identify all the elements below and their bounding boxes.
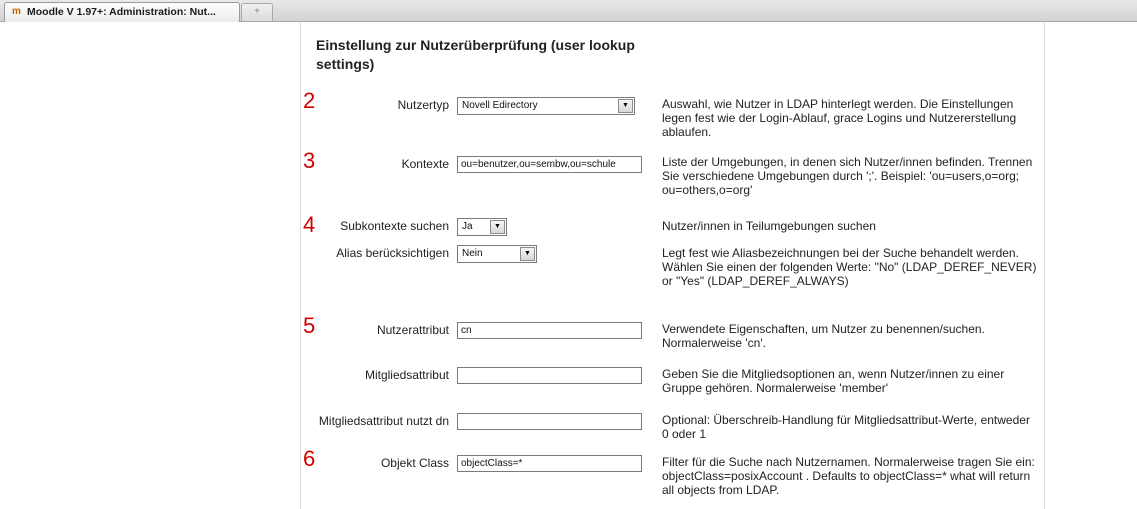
search-subcontexts-select[interactable]: Ja ▼ xyxy=(457,218,507,236)
section-heading: Einstellung zur Nutzerüberprüfung (user … xyxy=(316,37,635,72)
dereference-aliases-label: Alias berücksichtigen xyxy=(336,246,449,260)
search-subcontexts-description: Nutzer/innen in Teilumgebungen suchen xyxy=(662,219,876,233)
chevron-down-icon: ▼ xyxy=(618,99,633,113)
contexts-value: ou=benutzer,ou=sembw,ou=schule xyxy=(461,159,616,170)
object-class-label: Objekt Class xyxy=(380,456,449,470)
object-class-value: objectClass=* xyxy=(461,458,523,469)
user-type-value: Novell Edirectory xyxy=(462,100,538,111)
browser-tab[interactable]: m Moodle V 1.97+: Administration: Nut... xyxy=(4,2,240,22)
browser-tab-title: Moodle V 1.97+: Administration: Nut... xyxy=(27,6,216,18)
content-border-left xyxy=(300,22,301,509)
search-subcontexts-value: Ja xyxy=(462,221,473,232)
dereference-aliases-value: Nein xyxy=(462,248,483,259)
member-attribute-label: Mitgliedsattribut xyxy=(364,368,449,382)
contexts-description: Liste der Umgebungen, in denen sich Nutz… xyxy=(662,155,1033,197)
contexts-input[interactable]: ou=benutzer,ou=sembw,ou=schule xyxy=(457,156,642,173)
object-class-input[interactable]: objectClass=* xyxy=(457,455,642,472)
browser-tab-bar: m Moodle V 1.97+: Administration: Nut...… xyxy=(0,0,1137,22)
user-type-description: Auswahl, wie Nutzer in LDAP hinterlegt w… xyxy=(662,97,1017,139)
user-attribute-input[interactable]: cn xyxy=(457,322,642,339)
member-attribute-uses-dn-label: Mitgliedsattribut nutzt dn xyxy=(318,414,449,428)
member-attribute-uses-dn-description: Optional: Überschreib-Handlung für Mitgl… xyxy=(662,413,1030,441)
user-attribute-description: Verwendete Eigenschaften, um Nutzer zu b… xyxy=(662,322,985,350)
object-class-description: Filter für die Suche nach Nutzernamen. N… xyxy=(662,455,1035,497)
contexts-label: Kontexte xyxy=(401,157,449,171)
member-attribute-description: Geben Sie die Mitgliedsoptionen an, wenn… xyxy=(662,367,1005,395)
new-tab-button[interactable]: + xyxy=(241,3,273,21)
user-attribute-label: Nutzerattribut xyxy=(376,323,449,337)
moodle-favicon-icon: m xyxy=(12,6,21,17)
member-attribute-uses-dn-input[interactable] xyxy=(457,413,642,430)
search-subcontexts-label: Subkontexte suchen xyxy=(340,219,449,233)
member-attribute-input[interactable] xyxy=(457,367,642,384)
content-border-right xyxy=(1044,22,1045,509)
chevron-down-icon: ▼ xyxy=(520,247,535,261)
chevron-down-icon: ▼ xyxy=(490,220,505,234)
user-type-select[interactable]: Novell Edirectory ▼ xyxy=(457,97,635,115)
user-type-label: Nutzertyp xyxy=(397,98,449,112)
user-attribute-value: cn xyxy=(461,325,472,336)
dereference-aliases-select[interactable]: Nein ▼ xyxy=(457,245,537,263)
dereference-aliases-description: Legt fest wie Aliasbezeichnungen bei der… xyxy=(662,246,1037,288)
